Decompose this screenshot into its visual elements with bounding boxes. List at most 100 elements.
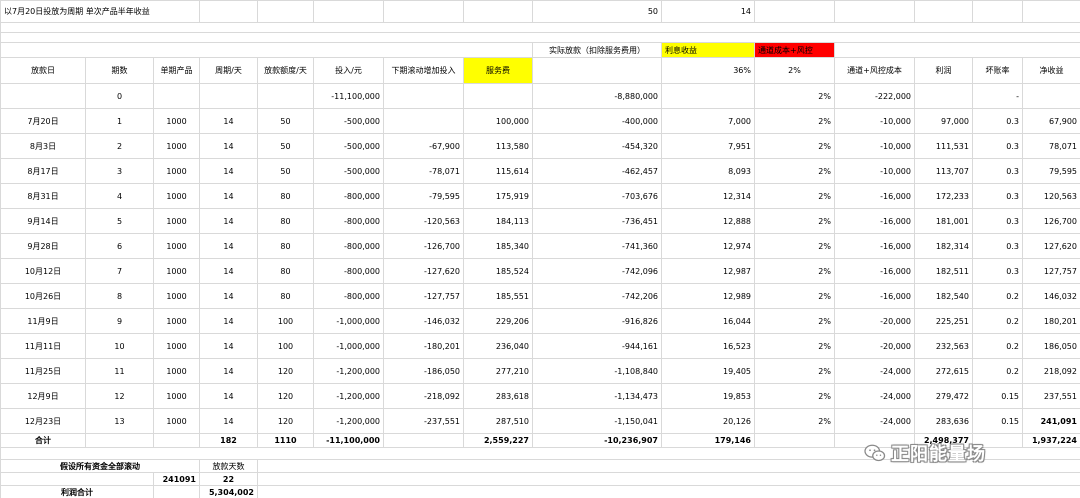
cell-rollover[interactable]: -146,032: [383, 308, 464, 334]
cell-profit[interactable]: 182,314: [914, 233, 973, 259]
cell-bad-debt[interactable]: 0.3: [972, 208, 1023, 234]
cell[interactable]: [834, 42, 1080, 58]
cell-interest[interactable]: 12,314: [661, 183, 755, 209]
cell[interactable]: [463, 0, 533, 23]
cell-rollover[interactable]: -79,595: [383, 183, 464, 209]
cell-channel[interactable]: -16,000: [834, 258, 915, 284]
cell-bad-debt[interactable]: 0.15: [972, 408, 1023, 434]
cell-invest[interactable]: -11,100,000: [313, 83, 384, 109]
cell-invest[interactable]: -1,200,000: [313, 408, 384, 434]
cell-actual[interactable]: -8,880,000: [532, 83, 662, 109]
cell-interest[interactable]: 12,989: [661, 283, 755, 309]
cell-rate[interactable]: 2%: [754, 358, 835, 384]
cell-channel[interactable]: -16,000: [834, 283, 915, 309]
cell-bad-debt[interactable]: 0.15: [972, 383, 1023, 409]
sheet-title[interactable]: 以7月20日投放为周期 单次产品半年收益: [0, 0, 200, 23]
cell-rollover[interactable]: -186,050: [383, 358, 464, 384]
cell-rollover[interactable]: -67,900: [383, 133, 464, 159]
cell-channel[interactable]: -24,000: [834, 408, 915, 434]
cell[interactable]: [754, 0, 835, 23]
value-14[interactable]: 14: [661, 0, 755, 23]
cell-net[interactable]: 67,900: [1022, 108, 1080, 134]
cell-period[interactable]: 4: [85, 183, 154, 209]
header-invest[interactable]: 投入/元: [313, 57, 384, 84]
cell-net[interactable]: 241,091: [1022, 408, 1080, 434]
cell-profit[interactable]: 182,540: [914, 283, 973, 309]
header-single-product[interactable]: 单期产品: [153, 57, 200, 84]
cell-channel[interactable]: -16,000: [834, 183, 915, 209]
cell-quota[interactable]: 120: [257, 408, 314, 434]
total-quota[interactable]: 1110: [257, 433, 314, 448]
cell-invest[interactable]: -500,000: [313, 133, 384, 159]
cell-date[interactable]: 8月17日: [0, 158, 86, 184]
cell-rollover[interactable]: -127,620: [383, 258, 464, 284]
cell-fee[interactable]: 115,614: [463, 158, 533, 184]
cell-period[interactable]: 2: [85, 133, 154, 159]
cell-actual[interactable]: -1,150,041: [532, 408, 662, 434]
cell-channel[interactable]: -24,000: [834, 383, 915, 409]
cell-fee[interactable]: 236,040: [463, 333, 533, 359]
cell-actual[interactable]: -462,457: [532, 158, 662, 184]
cell-rate[interactable]: 2%: [754, 133, 835, 159]
header-date[interactable]: 放款日: [0, 57, 86, 84]
cell-date[interactable]: 11月25日: [0, 358, 86, 384]
cell-bad-debt[interactable]: 0.2: [972, 333, 1023, 359]
cell-rollover[interactable]: -180,201: [383, 333, 464, 359]
cell-bad-debt[interactable]: 0.2: [972, 308, 1023, 334]
blank-row[interactable]: [0, 32, 1080, 43]
cell-rate[interactable]: 2%: [754, 258, 835, 284]
cell-channel[interactable]: -222,000: [834, 83, 915, 109]
header-service-fee[interactable]: 服务费: [463, 57, 533, 84]
header-loan-quota[interactable]: 放款额度/天: [257, 57, 314, 84]
cell-profit[interactable]: 279,472: [914, 383, 973, 409]
cell-net[interactable]: 180,201: [1022, 308, 1080, 334]
cell[interactable]: [1022, 83, 1080, 109]
cell-profit[interactable]: 113,707: [914, 158, 973, 184]
cell[interactable]: [257, 485, 1080, 498]
cell-rollover[interactable]: -126,700: [383, 233, 464, 259]
cell-rate[interactable]: 2%: [754, 158, 835, 184]
header-interest-rate[interactable]: 36%: [661, 57, 755, 84]
cell[interactable]: [1022, 0, 1080, 23]
cell-bad-debt[interactable]: 0.3: [972, 158, 1023, 184]
cell-interest[interactable]: 20,126: [661, 408, 755, 434]
cell-fee[interactable]: 175,919: [463, 183, 533, 209]
channel-risk-label[interactable]: 通道成本+风控: [754, 42, 835, 58]
cell-cycle[interactable]: 14: [199, 108, 258, 134]
cell-channel[interactable]: -10,000: [834, 108, 915, 134]
cell-actual[interactable]: -703,676: [532, 183, 662, 209]
cell-date[interactable]: 7月20日: [0, 108, 86, 134]
cell-cycle[interactable]: 14: [199, 133, 258, 159]
cell[interactable]: [661, 83, 755, 109]
cell-channel[interactable]: -20,000: [834, 308, 915, 334]
interest-label[interactable]: 利息收益: [661, 42, 755, 58]
cell-invest[interactable]: -1,200,000: [313, 383, 384, 409]
cell-profit[interactable]: 181,001: [914, 208, 973, 234]
cell-period[interactable]: 5: [85, 208, 154, 234]
cell-invest[interactable]: -800,000: [313, 233, 384, 259]
cell-quota[interactable]: 50: [257, 108, 314, 134]
cell-cycle[interactable]: 14: [199, 408, 258, 434]
cell-rollover[interactable]: -218,092: [383, 383, 464, 409]
cell-channel[interactable]: -16,000: [834, 208, 915, 234]
cell-channel[interactable]: -16,000: [834, 233, 915, 259]
header-bad-debt[interactable]: 坏账率: [972, 57, 1023, 84]
cell-profit[interactable]: 97,000: [914, 108, 973, 134]
cell-single[interactable]: 1000: [153, 208, 200, 234]
cell-single[interactable]: 1000: [153, 283, 200, 309]
header-period[interactable]: 期数: [85, 57, 154, 84]
total-interest[interactable]: 179,146: [661, 433, 755, 448]
cell-period[interactable]: 9: [85, 308, 154, 334]
profit-total-label[interactable]: 利润合计: [0, 485, 154, 498]
cell-invest[interactable]: -1,000,000: [313, 333, 384, 359]
cell-fee[interactable]: 185,551: [463, 283, 533, 309]
cell-invest[interactable]: -800,000: [313, 258, 384, 284]
cell[interactable]: [199, 83, 258, 109]
cell-date[interactable]: 8月3日: [0, 133, 86, 159]
cell-bad-debt[interactable]: 0.2: [972, 358, 1023, 384]
cell-interest[interactable]: 16,523: [661, 333, 755, 359]
cell-date[interactable]: 11月9日: [0, 308, 86, 334]
cell-cycle[interactable]: 14: [199, 358, 258, 384]
cell-bad-debt[interactable]: 0.3: [972, 233, 1023, 259]
cell-profit[interactable]: 225,251: [914, 308, 973, 334]
